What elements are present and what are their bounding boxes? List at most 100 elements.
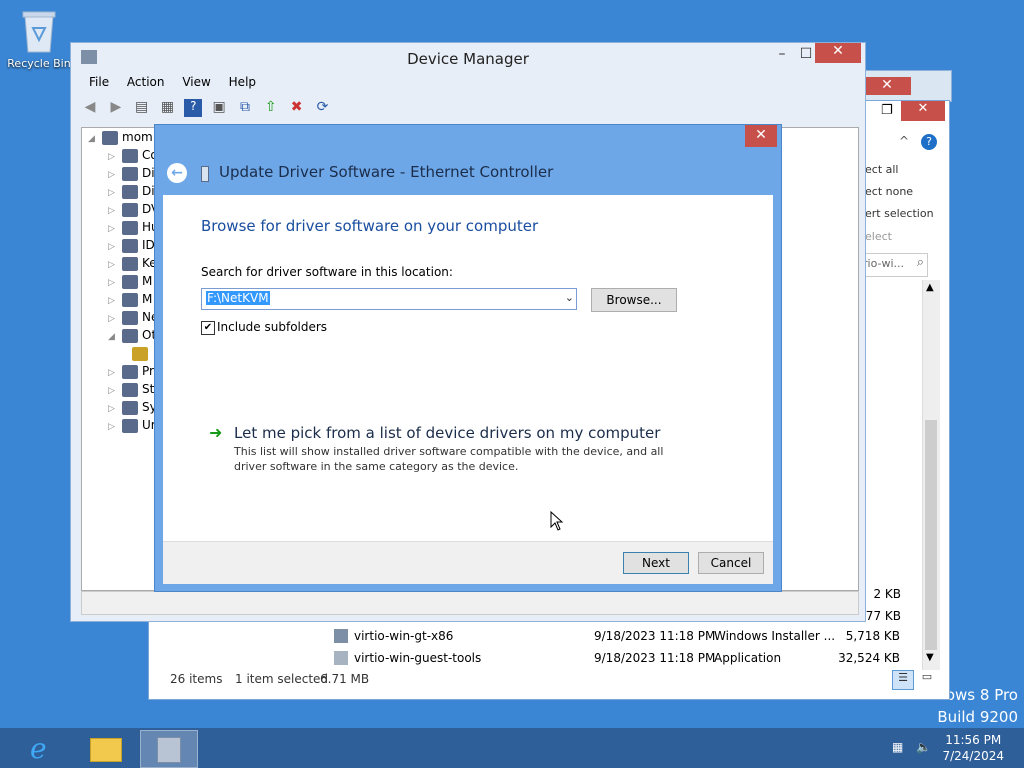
tree-item[interactable]: ▷ Ke	[108, 256, 157, 274]
taskbar-internet-explorer[interactable]: e	[20, 730, 76, 766]
forward-arrow-icon[interactable]: ▶	[107, 99, 125, 117]
tree-item[interactable]: ▷ DV	[108, 202, 159, 220]
recycle-bin[interactable]: Recycle Bin	[6, 6, 72, 70]
cancel-button[interactable]: Cancel	[698, 552, 764, 574]
expand-arrow-icon[interactable]: ▷	[108, 260, 118, 270]
expand-arrow-icon[interactable]: ▷	[108, 386, 118, 396]
folder-icon	[90, 738, 122, 762]
view-icon[interactable]: ▣	[210, 99, 228, 117]
expand-arrow-icon[interactable]: ▷	[108, 224, 118, 234]
expand-arrow-icon[interactable]: ▷	[108, 314, 118, 324]
tree-item[interactable]: ▷ M	[108, 292, 152, 310]
tree-item[interactable]: ▷ Hu	[108, 220, 159, 238]
menu-action[interactable]: Action	[127, 75, 165, 89]
chevron-down-icon[interactable]: ⌄	[565, 291, 574, 304]
large-icons-view-icon[interactable]: ▭	[918, 670, 936, 688]
update-driver-icon[interactable]: ⇧	[262, 99, 280, 117]
tree-item[interactable]: ▷ ID	[108, 238, 155, 256]
warning-device-icon	[132, 346, 148, 361]
invert-selection-button[interactable]: ert selection	[865, 207, 934, 220]
collapse-ribbon-icon[interactable]: ^	[899, 134, 909, 148]
help-icon[interactable]: ?	[921, 134, 937, 150]
menu-view[interactable]: View	[182, 75, 210, 89]
explorer-caption-buttons: ❐ ✕	[877, 101, 949, 123]
tree-item[interactable]: ▷ M	[108, 274, 152, 292]
browse-button[interactable]: Browse...	[591, 288, 677, 312]
file-type: Application	[714, 651, 782, 665]
include-subfolders-checkbox[interactable]: ✔	[201, 321, 215, 335]
menu-bar: File Action View Help	[77, 75, 270, 95]
back-arrow-icon[interactable]: ←	[167, 163, 187, 183]
file-row[interactable]: virtio-win-gt-x86 9/18/2023 11:18 PM Win…	[148, 628, 922, 650]
scroll-up-icon[interactable]: ▲	[926, 282, 934, 293]
menu-help[interactable]: Help	[229, 75, 256, 89]
network-error-icon[interactable]: ▦	[892, 740, 908, 754]
tree-root[interactable]: ◢ mom	[88, 130, 153, 148]
expand-arrow-icon[interactable]: ▷	[108, 206, 118, 216]
select-none-button[interactable]: ect none	[865, 185, 913, 198]
tree-item[interactable]: ▷ Ne	[108, 310, 158, 328]
clock[interactable]: 11:56 PM 7/24/2024	[942, 732, 1004, 764]
expand-arrow-icon[interactable]: ▷	[108, 278, 118, 288]
expand-arrow-icon[interactable]: ◢	[108, 332, 118, 342]
restore-icon[interactable]: ❐	[881, 103, 893, 118]
include-subfolders-label[interactable]: Include subfolders	[217, 320, 327, 334]
tree-item-label: ID	[142, 238, 155, 252]
item-count: 26 items	[170, 672, 223, 686]
device-icon	[122, 418, 138, 433]
scrollbar-thumb[interactable]	[925, 420, 937, 650]
volume-muted-icon[interactable]: 🔈	[916, 740, 932, 754]
show-hide-tree-icon[interactable]: ▤	[133, 99, 151, 117]
tree-item[interactable]: ▷ Di	[108, 184, 155, 202]
tree-item[interactable]: ▷ Pr	[108, 364, 154, 382]
expand-arrow-icon[interactable]: ▷	[108, 296, 118, 306]
explorer-statusbar: 26 items 1 item selected 6.71 MB ☰ ▭	[160, 668, 940, 692]
expand-arrow-icon[interactable]: ▷	[108, 404, 118, 414]
expand-arrow-icon[interactable]: ▷	[108, 368, 118, 378]
taskbar-device-manager[interactable]	[140, 730, 198, 768]
details-view-icon[interactable]: ☰	[892, 670, 914, 690]
scroll-down-icon[interactable]: ▼	[926, 652, 934, 663]
tree-item[interactable]: ▷ St	[108, 382, 154, 400]
pick-from-list-description: This list will show installed driver sof…	[234, 445, 664, 473]
next-button[interactable]: Next	[623, 552, 689, 574]
tree-item[interactable]: ▷ Ur	[108, 418, 156, 436]
tree-item-label: Di	[142, 166, 155, 180]
explorer-search-input[interactable]: rio-wi... ⌕	[858, 253, 928, 277]
close-icon[interactable]: ✕	[901, 101, 945, 121]
device-icon	[122, 148, 138, 163]
tree-item[interactable]: ▷ Sy	[108, 400, 157, 418]
pick-from-list-link[interactable]: Let me pick from a list of device driver…	[234, 424, 660, 442]
dialog-footer: Next Cancel	[163, 541, 773, 584]
close-icon[interactable]: ✕	[863, 77, 911, 95]
expand-arrow-icon[interactable]: ▷	[108, 170, 118, 180]
scan-hardware-icon[interactable]: ⧉	[236, 99, 254, 117]
dialog-body: Browse for driver software on your compu…	[163, 195, 773, 584]
expand-arrow-icon[interactable]: ▷	[108, 188, 118, 198]
toolbar: ◀ ▶ ▤ ▦ ? ▣ ⧉ ⇧ ✖ ⟳	[77, 99, 857, 123]
taskbar-file-explorer[interactable]	[78, 730, 134, 766]
tree-item[interactable]: ▷ Co	[108, 148, 158, 166]
driver-path-combobox[interactable]: F:\NetKVM ⌄	[201, 288, 577, 310]
close-icon[interactable]: ✕	[745, 125, 777, 147]
taskbar: e ▦ 🔈 11:56 PM 7/24/2024	[0, 728, 1024, 768]
expand-arrow-icon[interactable]: ▷	[108, 152, 118, 162]
select-all-button[interactable]: ect all	[865, 163, 898, 176]
help-icon[interactable]: ?	[184, 99, 203, 117]
scan-changes-icon[interactable]: ⟳	[313, 99, 331, 117]
uninstall-icon[interactable]: ✖	[288, 99, 306, 117]
close-icon[interactable]: ✕	[815, 43, 861, 63]
properties-icon[interactable]: ▦	[158, 99, 176, 117]
expand-arrow-icon[interactable]: ▷	[108, 242, 118, 252]
explorer-scrollbar[interactable]: ▲ ▼	[922, 280, 940, 670]
tree-item[interactable]: ◢ Ot	[108, 328, 156, 346]
tree-item[interactable]: ▷ Di	[108, 166, 155, 184]
back-arrow-icon[interactable]: ◀	[81, 99, 99, 117]
expand-arrow-icon[interactable]: ◢	[88, 134, 98, 144]
tree-item-ethernet-controller[interactable]	[128, 346, 152, 364]
device-icon	[122, 292, 138, 307]
search-placeholder: rio-wi...	[863, 257, 905, 270]
expand-arrow-icon[interactable]: ▷	[108, 422, 118, 432]
menu-file[interactable]: File	[89, 75, 109, 89]
file-date: 9/18/2023 11:18 PM	[594, 651, 716, 665]
